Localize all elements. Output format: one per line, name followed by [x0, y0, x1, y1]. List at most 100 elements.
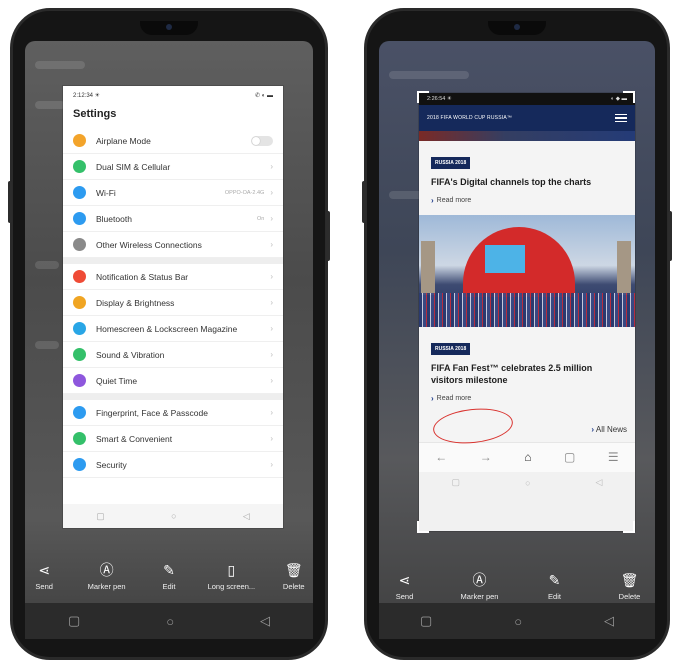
tabs-icon[interactable]: ▢	[564, 450, 575, 464]
settings-row[interactable]: Security ›	[63, 452, 283, 478]
settings-list: Airplane Mode Dual SIM & Cellular › Wi-Fi OP…	[63, 128, 283, 478]
chevron-right-icon: ›	[270, 460, 273, 469]
chevron-right-icon: ›	[270, 434, 273, 443]
edit-button[interactable]: ✎ Edit	[143, 559, 195, 592]
settings-row[interactable]: Display & Brightness ›	[63, 290, 283, 316]
header-image-strip	[419, 131, 635, 141]
circle-icon: ○	[171, 511, 177, 521]
settings-row-label: Other Wireless Connections	[96, 239, 202, 250]
home-icon[interactable]: ○	[514, 614, 522, 629]
marker-pen-button[interactable]: Ⓐ Marker pen	[454, 569, 506, 601]
settings-row-label: Quiet Time	[96, 375, 138, 386]
recent-apps-icon[interactable]: ▢	[420, 613, 432, 629]
settings-row[interactable]: Other Wireless Connections ›	[63, 232, 283, 258]
sim-icon	[73, 160, 86, 173]
link-icon	[73, 238, 86, 251]
crop-handle-top-right[interactable]	[623, 91, 635, 103]
settings-row-label: Dual SIM & Cellular	[96, 161, 171, 172]
back-icon: ◁	[595, 477, 603, 488]
system-nav-bar: ▢ ○ ◁	[379, 603, 655, 639]
toolbar-label: Send	[395, 592, 414, 601]
settings-row-label: Notification & Status Bar	[96, 271, 189, 282]
chevron-right-icon: ›	[270, 298, 273, 307]
recent-apps-icon[interactable]: ▢	[68, 613, 80, 629]
menu-icon[interactable]: ☰	[608, 450, 619, 464]
shield-icon	[73, 458, 86, 471]
front-camera	[140, 21, 198, 35]
article-card[interactable]: RUSSIA 2018 FIFA's Digital channels top …	[419, 141, 635, 216]
share-icon: ⋖	[398, 571, 411, 588]
chevron-right-icon: ›	[270, 408, 273, 417]
chevron-right-icon: ›	[270, 376, 273, 385]
trash-icon: 🗑	[620, 571, 639, 588]
airplane-mode-toggle[interactable]	[251, 135, 273, 146]
article-tag: RUSSIA 2018	[431, 343, 471, 356]
circle-icon: ○	[525, 477, 531, 488]
long-screenshot-icon: ▯	[227, 561, 236, 578]
long-screen-button[interactable]: ▯ Long screen...	[205, 559, 257, 592]
settings-row[interactable]: Sound & Vibration ›	[63, 342, 283, 368]
power-button	[668, 211, 672, 261]
crop-handle-bottom-left[interactable]	[417, 521, 429, 533]
settings-row-label: Airplane Mode	[96, 135, 151, 146]
settings-row[interactable]: Dual SIM & Cellular ›	[63, 154, 283, 180]
home-icon[interactable]: ○	[166, 614, 174, 629]
menu-icon[interactable]	[615, 113, 627, 123]
read-more-link[interactable]: › Read more	[431, 394, 623, 403]
wifi-icon	[73, 186, 86, 199]
sound-icon	[73, 348, 86, 361]
marker-pen-button[interactable]: Ⓐ Marker pen	[81, 559, 133, 591]
article-headline[interactable]: FIFA Fan Fest™ celebrates 2.5 million vi…	[431, 363, 623, 386]
back-icon[interactable]: ◁	[260, 613, 270, 629]
settings-row-value: On	[256, 215, 265, 222]
browser-screenshot-preview[interactable]: 2:26:54 ☀ ◐ ◆ ▬ 2018 FIFA WORLD CUP RUSS…	[419, 93, 635, 531]
settings-row[interactable]: Wi-Fi OPPO-OA-2.4G ›	[63, 180, 283, 206]
preview-nav-bar: ▢ ○ ◁	[63, 504, 283, 528]
settings-row[interactable]: Homescreen & Lockscreen Magazine ›	[63, 316, 283, 342]
edit-wand-icon: ✎	[163, 561, 175, 578]
status-bar: 2:12:34 ☀ ✆ ◐ ▬	[63, 86, 283, 104]
toolbar-label: Marker pen	[87, 582, 126, 591]
send-button[interactable]: ⋖ Send	[18, 559, 70, 592]
send-button[interactable]: ⋖ Send	[379, 569, 431, 602]
settings-row[interactable]: Smart & Convenient ›	[63, 426, 283, 452]
screenshot-toolbar: ⋖ Send Ⓐ Marker pen ✎ Edit ▯ Long screen... 🗑 Del…	[13, 559, 325, 592]
back-icon[interactable]: ◁	[604, 613, 614, 629]
settings-row[interactable]: Quiet Time ›	[63, 368, 283, 394]
crop-handle-bottom-right[interactable]	[623, 521, 635, 533]
fan-fest-photo[interactable]	[419, 215, 635, 328]
delete-button[interactable]: 🗑 Delete	[604, 569, 656, 602]
toolbar-label: Delete	[618, 592, 641, 601]
volume-button	[8, 181, 12, 223]
settings-row[interactable]: Fingerprint, Face & Passcode ›	[63, 400, 283, 426]
trash-icon: 🗑	[284, 561, 303, 578]
volume-button	[362, 181, 366, 223]
edit-button[interactable]: ✎ Edit	[529, 569, 581, 602]
read-more-link[interactable]: › Read more	[431, 196, 623, 205]
settings-row[interactable]: Notification & Status Bar ›	[63, 264, 283, 290]
forward-arrow-icon[interactable]: →	[480, 450, 492, 464]
settings-row-label: Wi-Fi	[96, 187, 116, 198]
status-bar: 2:26:54 ☀ ◐ ◆ ▬	[419, 93, 635, 105]
chevron-right-icon: ›	[270, 350, 273, 359]
read-more-label: Read more	[436, 197, 472, 205]
status-time: 2:26:54 ☀	[427, 96, 452, 102]
bell-icon	[73, 270, 86, 283]
settings-screenshot-preview[interactable]: 2:12:34 ☀ ✆ ◐ ▬ Settings Airplane Mode Du…	[63, 86, 283, 528]
crop-handle-top-left[interactable]	[417, 91, 429, 103]
site-header: 2018 FIFA WORLD CUP RUSSIA™	[419, 105, 635, 131]
settings-row[interactable]: Bluetooth On ›	[63, 206, 283, 232]
settings-row[interactable]: Airplane Mode	[63, 128, 283, 154]
browser-toolbar: ← → ⌂ ▢ ☰	[419, 441, 635, 472]
back-arrow-icon[interactable]: ←	[435, 450, 447, 464]
article-headline[interactable]: FIFA's Digital channels top the charts	[431, 177, 623, 188]
preview-nav-bar: ▢ ○ ◁	[419, 471, 635, 494]
bluetooth-icon	[73, 212, 86, 225]
settings-row-label: Bluetooth	[96, 213, 132, 224]
article-card[interactable]: RUSSIA 2018 FIFA Fan Fest™ celebrates 2.…	[419, 327, 635, 417]
settings-row-label: Smart & Convenient	[96, 433, 173, 444]
settings-group: Fingerprint, Face & Passcode › Smart & Con…	[63, 394, 283, 478]
home-icon[interactable]: ⌂	[524, 450, 531, 464]
brightness-icon	[73, 296, 86, 309]
delete-button[interactable]: 🗑 Delete	[268, 559, 320, 592]
